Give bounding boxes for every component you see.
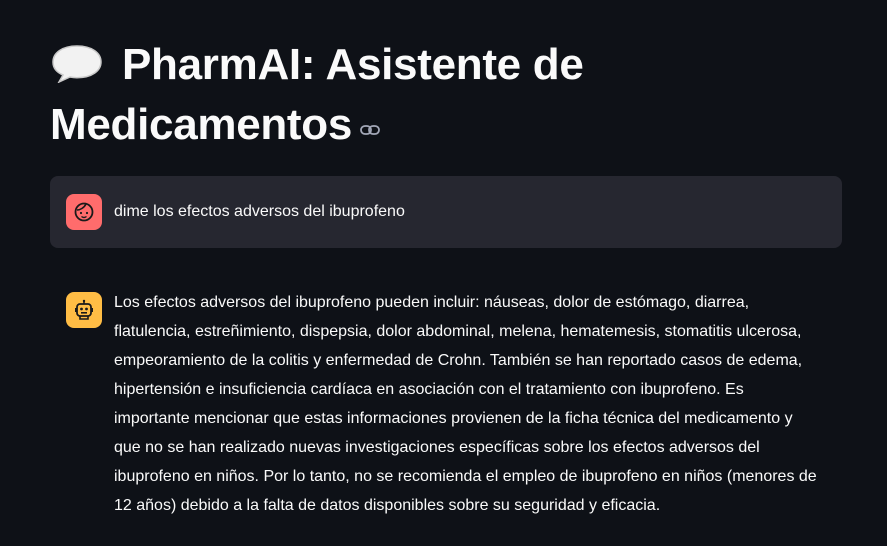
user-chat-message: dime los efectos adversos del ibuprofeno [50, 176, 842, 248]
user-message-text: dime los efectos adversos del ibuprofeno [114, 203, 405, 220]
assistant-avatar [66, 292, 102, 328]
title-line-2: Medicamentos [50, 100, 353, 149]
page-title: PharmAI: Asistente de Medicamentos [50, 36, 841, 154]
assistant-chat-message: Los efectos adversos del ibuprofeno pued… [50, 282, 842, 530]
link-icon[interactable] [360, 94, 380, 135]
assistant-message-text: Los efectos adversos del ibuprofeno pued… [114, 294, 817, 514]
robot-icon [75, 299, 93, 320]
user-avatar [66, 194, 102, 230]
chat-page: PharmAI: Asistente de Medicamentos dime l… [0, 0, 887, 546]
user-face-icon [74, 202, 94, 222]
title-line-1: PharmAI: Asistente de [122, 40, 584, 89]
speech-balloon-icon [50, 40, 104, 84]
